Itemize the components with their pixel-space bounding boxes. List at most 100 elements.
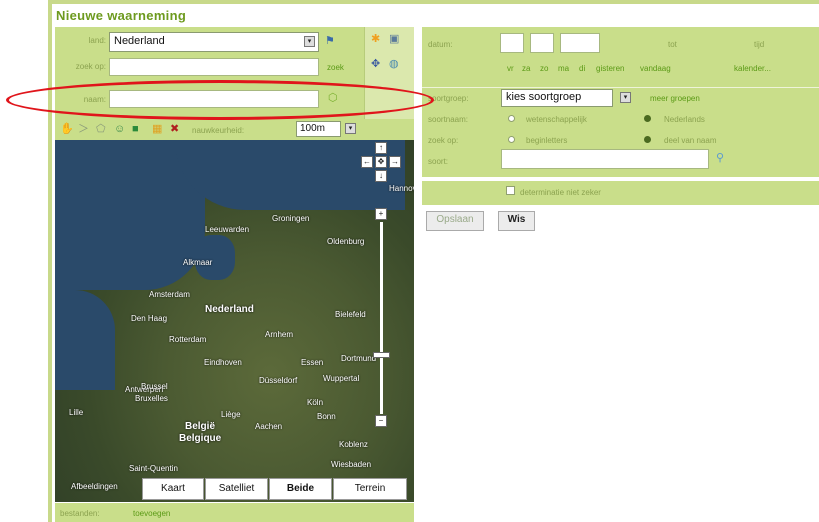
save-location-icon[interactable]: ▣ <box>389 33 399 45</box>
globe-icon[interactable]: ◍ <box>389 58 399 70</box>
city-label: Wiesbaden <box>331 460 372 469</box>
quick-date-vr[interactable]: vr <box>507 64 514 73</box>
pan-left-button[interactable]: ← <box>361 156 373 168</box>
soort-input[interactable] <box>501 149 709 169</box>
pan-icon[interactable]: ✋ <box>60 123 74 135</box>
pan-center-button[interactable]: ✥ <box>375 156 387 168</box>
polygon-tool-icon[interactable]: ⬠ <box>96 123 106 135</box>
date-panel <box>422 27 819 87</box>
star-icon[interactable]: ✱ <box>371 33 380 45</box>
city-label: Dortmund <box>341 354 377 363</box>
zoek-link[interactable]: zoek <box>327 63 344 72</box>
files-footer <box>55 503 414 522</box>
date-year-input[interactable] <box>560 33 600 53</box>
line-tool-icon[interactable]: ＞ <box>78 123 89 135</box>
quick-date-di[interactable]: di <box>579 64 585 73</box>
city-label: Wuppertal <box>323 374 360 383</box>
city-label: Koblenz <box>339 440 368 449</box>
zoom-in-button[interactable]: + <box>375 208 387 220</box>
person-icon[interactable]: ☺ <box>114 123 125 135</box>
city-label: Groningen <box>272 214 310 223</box>
map-type-terrein[interactable]: Terrein <box>333 478 407 500</box>
precision-select[interactable]: 100m <box>296 121 341 137</box>
zoom-slider-track[interactable] <box>380 222 383 414</box>
city-label: Lille <box>69 408 84 417</box>
city-label: Saint-Quentin <box>129 464 178 473</box>
radio-nederlands[interactable] <box>644 115 651 122</box>
calendar-icon[interactable]: ▦ <box>152 123 162 135</box>
delete-icon[interactable]: ✖ <box>170 123 179 135</box>
map-type-beide[interactable]: Beide <box>269 478 332 500</box>
soortgroep-dropdown-button[interactable]: ▾ <box>620 92 631 103</box>
zoek-op-label: zoek op: <box>75 62 106 71</box>
radio-nederlands-label: Nederlands <box>664 115 705 124</box>
land-label: land: <box>88 36 106 45</box>
page-frame-top <box>48 0 819 4</box>
soortgroep-label: soortgroep: <box>428 94 469 103</box>
naam-input[interactable] <box>109 90 319 108</box>
radio-beginletters-label: beginletters <box>526 136 568 145</box>
species-zoek-op-label: zoek op: <box>428 136 459 145</box>
date-month-input[interactable] <box>530 33 554 53</box>
city-label: Belgique <box>179 433 222 444</box>
city-label: Essen <box>301 358 324 367</box>
determination-checkbox[interactable] <box>506 186 515 195</box>
city-label: Bonn <box>317 412 336 421</box>
pan-right-button[interactable]: → <box>389 156 401 168</box>
pan-down-button[interactable]: ↓ <box>375 170 387 182</box>
datum-label: datum: <box>428 40 453 49</box>
map-attribution: Afbeeldingen <box>71 482 118 491</box>
naam-confirm-icon[interactable]: ⬡ <box>328 92 338 104</box>
city-label: Eindhoven <box>204 358 242 367</box>
zoek-input[interactable] <box>109 58 319 76</box>
land-value: Nederland <box>114 35 165 47</box>
soortgroep-select[interactable]: kies soortgroep <box>501 89 613 107</box>
city-label: Rotterdam <box>169 335 207 344</box>
tot-label: tot <box>668 40 677 49</box>
move-icon[interactable]: ✥ <box>371 58 380 70</box>
quick-date-gisteren[interactable]: gisteren <box>596 64 624 73</box>
zoom-out-button[interactable]: − <box>375 415 387 427</box>
city-label: Leeuwarden <box>205 225 250 234</box>
map-canvas[interactable]: Groningen Leeuwarden Oldenburg Alkmaar A… <box>55 140 414 502</box>
radio-beginletters[interactable] <box>508 136 515 143</box>
pan-up-button[interactable]: ↑ <box>375 142 387 154</box>
meer-groepen-link[interactable]: meer groepen <box>650 94 700 103</box>
quick-date-ma[interactable]: ma <box>558 64 569 73</box>
precision-value: 100m <box>300 123 326 134</box>
city-label: Bielefeld <box>335 310 366 319</box>
land-select[interactable]: Nederland <box>109 32 319 52</box>
soortgroep-value: kies soortgroep <box>506 91 582 103</box>
land-flag-icon[interactable]: ⚑ <box>325 35 335 47</box>
precision-dropdown-button[interactable]: ▾ <box>345 123 356 134</box>
add-files-link[interactable]: toevoegen <box>133 509 170 518</box>
city-label: België <box>185 421 216 432</box>
city-label: Amsterdam <box>149 290 190 299</box>
city-label: Alkmaar <box>183 258 213 267</box>
clear-button[interactable]: Wis <box>498 211 535 231</box>
date-day-input[interactable] <box>500 33 524 53</box>
wadden-sea <box>175 140 405 210</box>
city-label: Brussel <box>141 382 168 391</box>
files-label: bestanden: <box>60 509 100 518</box>
search-icon[interactable]: ⚲ <box>716 152 724 164</box>
city-label: Liège <box>221 410 241 419</box>
quick-date-zo[interactable]: zo <box>540 64 548 73</box>
zoom-slider-thumb[interactable] <box>373 352 390 358</box>
determination-row <box>422 181 819 205</box>
map-type-satelliet[interactable]: Satelliet <box>205 478 268 500</box>
radio-wetenschappelijk-label: wetenschappelijk <box>526 115 587 124</box>
radio-wetenschappelijk[interactable] <box>508 115 515 122</box>
precision-label: nauwkeurheid: <box>192 126 245 135</box>
land-dropdown-button[interactable]: ▾ <box>304 36 315 47</box>
quick-date-za[interactable]: za <box>522 64 530 73</box>
page-title: Nieuwe waarneming <box>56 8 187 23</box>
calendar-link[interactable]: kalender... <box>734 64 771 73</box>
square-tool-icon[interactable]: ■ <box>132 123 139 135</box>
save-button[interactable]: Opslaan <box>426 211 484 231</box>
city-label: Bruxelles <box>135 394 168 403</box>
city-label: Oldenburg <box>327 237 365 246</box>
quick-date-vandaag[interactable]: vandaag <box>640 64 671 73</box>
radio-deel-van-naam[interactable] <box>644 136 651 143</box>
map-type-kaart[interactable]: Kaart <box>142 478 204 500</box>
